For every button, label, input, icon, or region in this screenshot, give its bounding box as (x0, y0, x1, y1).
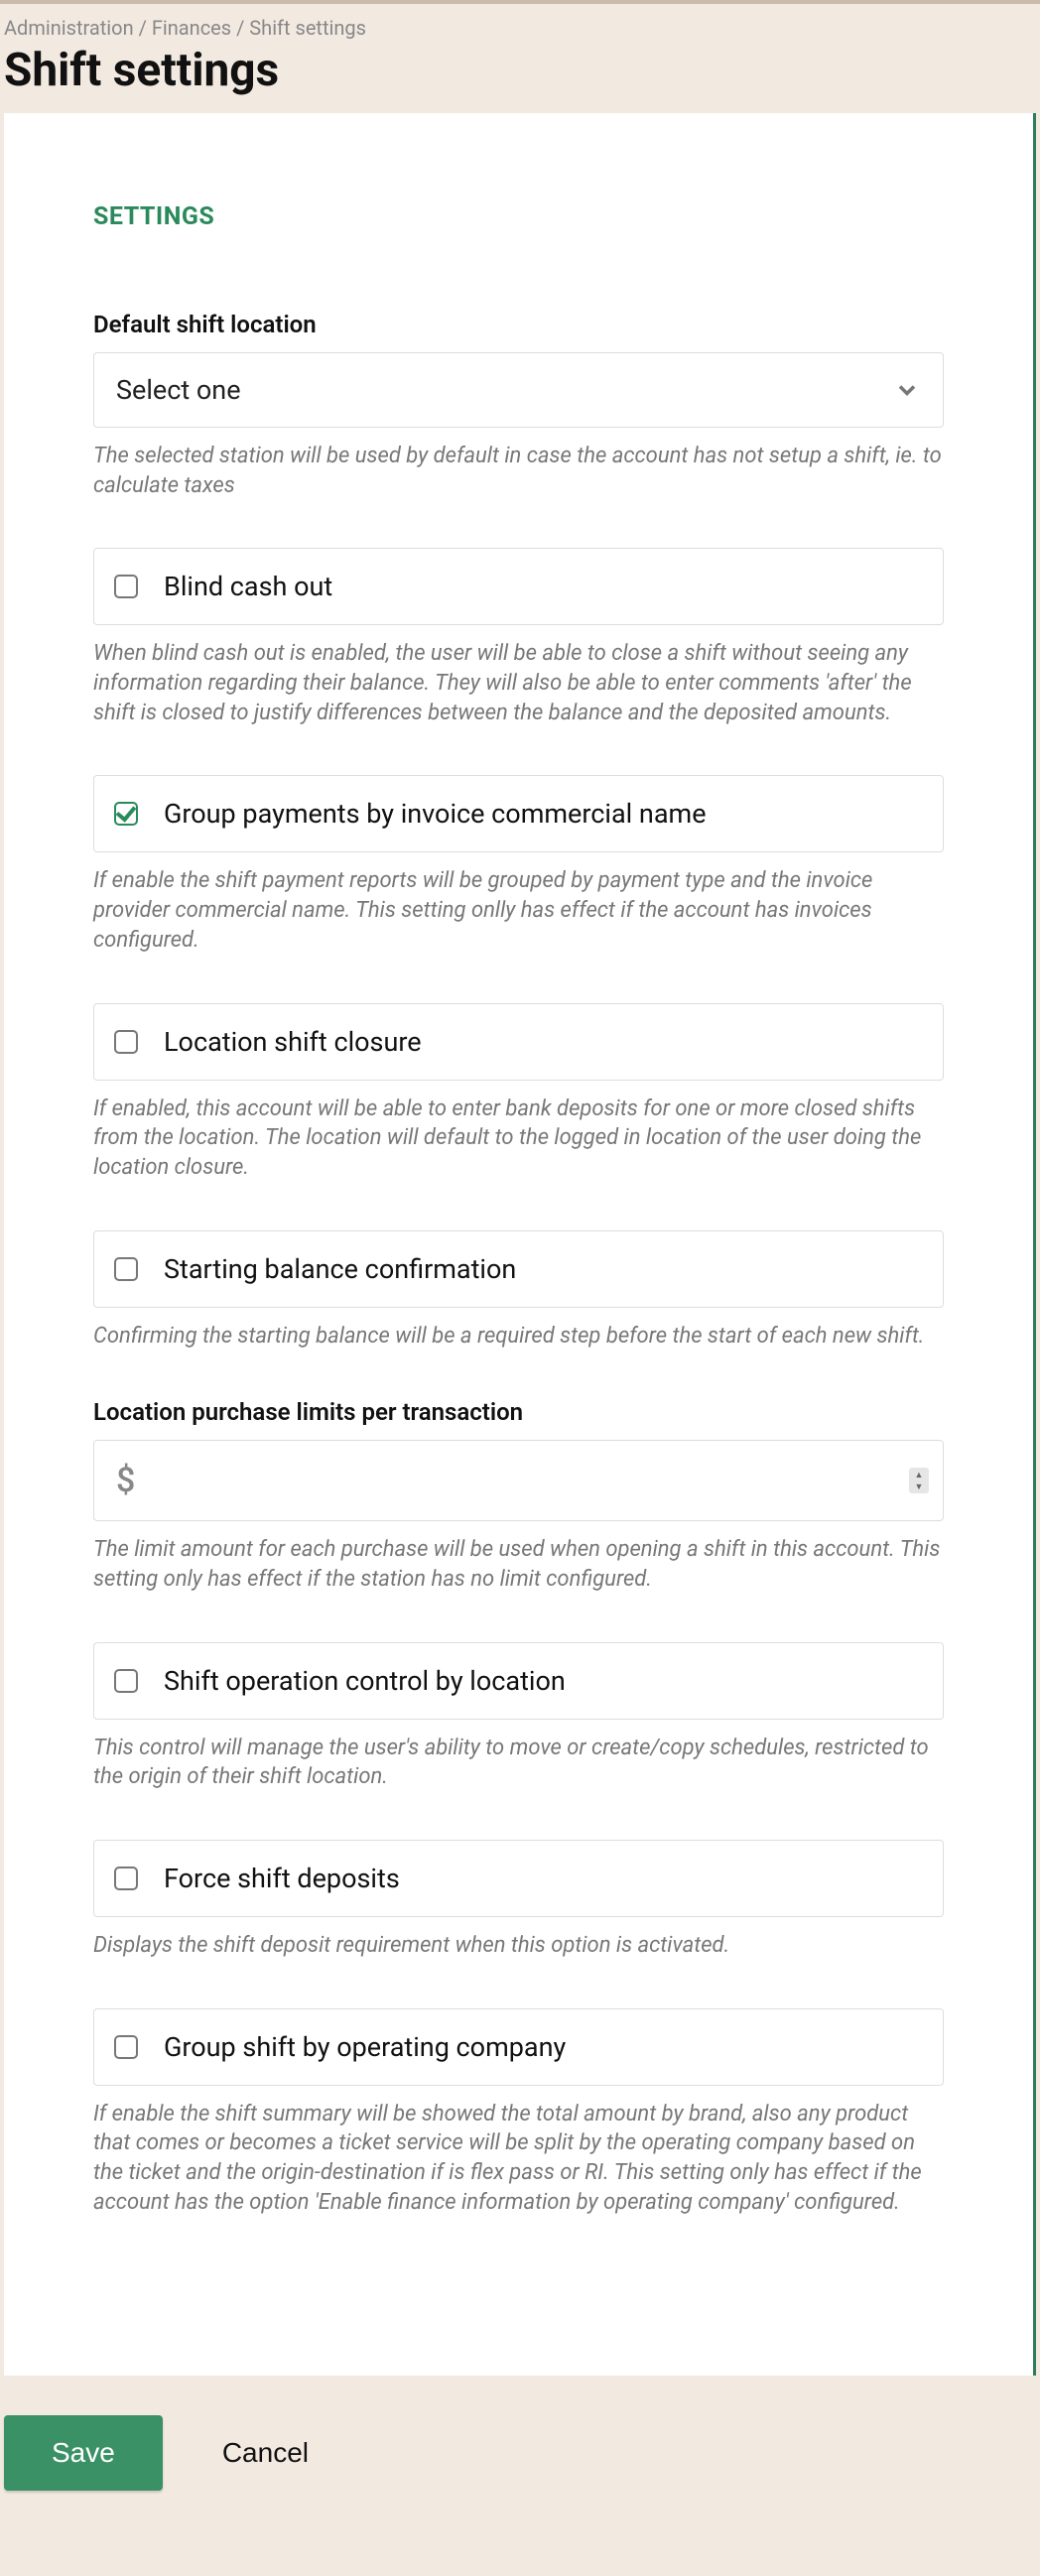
checkbox-icon (114, 575, 138, 598)
checkbox-icon (114, 2035, 138, 2059)
breadcrumb-item[interactable]: Administration (4, 16, 134, 40)
help-text: The selected station will be used by def… (93, 442, 944, 500)
blind-cash-out-toggle[interactable]: Blind cash out (93, 548, 944, 625)
help-text: This control will manage the user's abil… (93, 1734, 944, 1792)
field-default-location: Default shift location Select one The se… (93, 311, 944, 500)
field-group-payments: Group payments by invoice commercial nam… (93, 775, 944, 955)
field-group-by-company: Group shift by operating company If enab… (93, 2008, 944, 2218)
chevron-down-icon (893, 376, 921, 404)
checkbox-icon (114, 1030, 138, 1054)
check-label: Force shift deposits (164, 1863, 400, 1894)
footer: Save Cancel (0, 2376, 1040, 2530)
checkbox-icon (114, 1669, 138, 1693)
purchase-limit-input[interactable]: $ ▲▼ (93, 1440, 944, 1521)
check-label: Location shift closure (164, 1026, 422, 1058)
cancel-button[interactable]: Cancel (222, 2437, 309, 2469)
currency-sign: $ (116, 1461, 135, 1500)
check-label: Starting balance confirmation (164, 1253, 516, 1285)
page-title: Shift settings (4, 44, 1032, 97)
number-spinner-icon[interactable]: ▲▼ (909, 1468, 929, 1493)
starting-balance-toggle[interactable]: Starting balance confirmation (93, 1230, 944, 1308)
field-op-control: Shift operation control by location This… (93, 1642, 944, 1792)
breadcrumb-item: Shift settings (249, 16, 366, 40)
help-text: If enable the shift payment reports will… (93, 866, 944, 955)
op-control-toggle[interactable]: Shift operation control by location (93, 1642, 944, 1720)
checkbox-icon (114, 1257, 138, 1281)
group-payments-toggle[interactable]: Group payments by invoice commercial nam… (93, 775, 944, 852)
field-location-closure: Location shift closure If enabled, this … (93, 1003, 944, 1183)
help-text: When blind cash out is enabled, the user… (93, 639, 944, 727)
field-purchase-limits: Location purchase limits per transaction… (93, 1398, 944, 1594)
field-label: Default shift location (93, 311, 944, 338)
checkbox-checked-icon (114, 802, 138, 826)
field-blind-cash-out: Blind cash out When blind cash out is en… (93, 548, 944, 727)
default-location-select[interactable]: Select one (93, 352, 944, 428)
breadcrumb: Administration / Finances / Shift settin… (4, 16, 1032, 40)
select-placeholder: Select one (116, 374, 893, 406)
check-label: Shift operation control by location (164, 1665, 566, 1697)
field-force-deposits: Force shift deposits Displays the shift … (93, 1840, 944, 1961)
breadcrumb-sep: / (236, 16, 249, 40)
field-label: Location purchase limits per transaction (93, 1398, 944, 1426)
help-text: Displays the shift deposit requirement w… (93, 1931, 944, 1961)
force-deposits-toggle[interactable]: Force shift deposits (93, 1840, 944, 1917)
help-text: Confirming the starting balance will be … (93, 1322, 944, 1352)
help-text: If enabled, this account will be able to… (93, 1095, 944, 1183)
checkbox-icon (114, 1867, 138, 1890)
breadcrumb-sep: / (139, 16, 152, 40)
check-label: Blind cash out (164, 571, 332, 602)
section-heading: SETTINGS (93, 202, 944, 231)
check-label: Group shift by operating company (164, 2031, 566, 2063)
header: Administration / Finances / Shift settin… (0, 4, 1040, 113)
save-button[interactable]: Save (4, 2415, 163, 2491)
field-starting-balance: Starting balance confirmation Confirming… (93, 1230, 944, 1352)
location-closure-toggle[interactable]: Location shift closure (93, 1003, 944, 1081)
check-label: Group payments by invoice commercial nam… (164, 798, 707, 830)
settings-panel: SETTINGS Default shift location Select o… (4, 113, 1036, 2376)
group-by-company-toggle[interactable]: Group shift by operating company (93, 2008, 944, 2086)
help-text: If enable the shift summary will be show… (93, 2100, 944, 2218)
help-text: The limit amount for each purchase will … (93, 1535, 944, 1594)
breadcrumb-item[interactable]: Finances (152, 16, 231, 40)
